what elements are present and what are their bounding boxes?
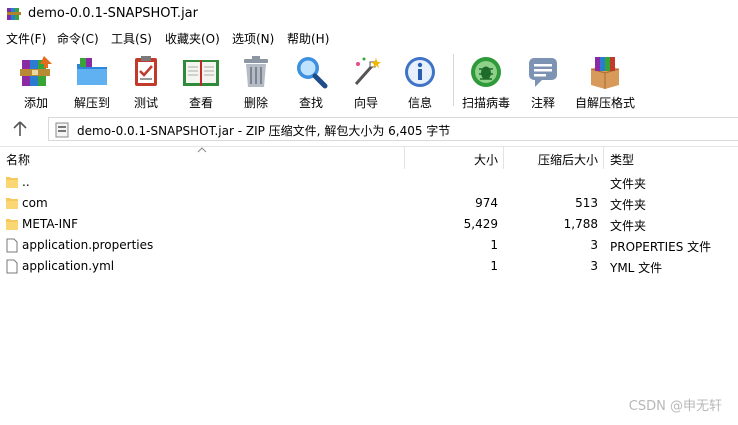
sfx-label: 自解压格式: [574, 96, 635, 110]
menu-file[interactable]: 文件(F): [6, 30, 46, 47]
info-button[interactable]: 信息: [389, 50, 451, 112]
file-type: 文件夹: [610, 219, 647, 233]
file-name: com: [22, 196, 48, 210]
address-row: demo-0.0.1-SNAPSHOT.jar - ZIP 压缩文件, 解包大小…: [0, 116, 738, 142]
file-type: 文件夹: [610, 177, 647, 191]
find-button[interactable]: 查找: [280, 50, 342, 112]
file-type: YML 文件: [610, 261, 663, 275]
wizard-button[interactable]: 向导: [335, 50, 397, 112]
file-row-application-properties[interactable]: application.properties 1 3 PROPERTIES 文件: [0, 235, 738, 256]
window-title: demo-0.0.1-SNAPSHOT.jar: [28, 6, 198, 21]
delete-label: 删除: [243, 96, 268, 110]
file-name: META-INF: [22, 217, 79, 231]
comment-icon: [529, 58, 557, 87]
add-button[interactable]: 添加: [5, 50, 67, 112]
menu-favorites[interactable]: 收藏夹(O): [165, 30, 220, 47]
up-arrow-icon[interactable]: [10, 120, 30, 138]
column-packed-label: 压缩后大小: [537, 153, 598, 167]
virus-scan-button[interactable]: 扫描病毒: [455, 50, 517, 112]
sort-ascending-icon: [197, 147, 207, 153]
column-header-name[interactable]: 名称: [0, 147, 404, 169]
document-icon: [6, 259, 18, 274]
menu-options[interactable]: 选项(N): [232, 30, 274, 47]
folder-icon: [6, 219, 18, 230]
trash-icon: [244, 56, 268, 87]
column-header-size[interactable]: 大小: [405, 147, 503, 169]
delete-button[interactable]: 删除: [225, 50, 287, 112]
toolbar-separator: [453, 54, 454, 106]
view-button[interactable]: 查看: [170, 50, 232, 112]
file-size: 1: [490, 238, 498, 252]
file-type: 文件夹: [610, 198, 647, 212]
file-row-parent[interactable]: .. 文件夹: [0, 172, 738, 193]
winrar-app-icon: [7, 8, 21, 20]
wizard-label: 向导: [353, 96, 378, 110]
menu-help[interactable]: 帮助(H): [287, 30, 329, 47]
file-type: PROPERTIES 文件: [610, 240, 712, 254]
file-size: 974: [475, 196, 498, 210]
file-row-meta-inf[interactable]: META-INF 5,429 1,788 文件夹: [0, 214, 738, 235]
menu-command[interactable]: 命令(C): [57, 30, 99, 47]
extract-to-button[interactable]: 解压到: [61, 50, 123, 112]
file-size: 5,429: [463, 217, 498, 231]
add-label: 添加: [23, 96, 48, 110]
folder-icon: [6, 177, 18, 188]
watermark-text: CSDN @申无轩: [628, 399, 722, 414]
column-type-label: 类型: [610, 153, 635, 167]
file-name: ..: [22, 175, 30, 189]
file-packed-size: 1,788: [563, 217, 598, 231]
file-row-com[interactable]: com 974 513 文件夹: [0, 193, 738, 214]
comment-label: 注释: [530, 96, 555, 110]
document-icon: [6, 238, 18, 253]
file-packed-size: 513: [575, 196, 598, 210]
extract-to-label: 解压到: [73, 96, 110, 110]
virus-bug-icon: [471, 57, 501, 87]
file-name: application.properties: [22, 238, 154, 252]
comment-button[interactable]: 注释: [512, 50, 574, 112]
file-packed-size: 3: [590, 238, 598, 252]
view-label: 查看: [188, 96, 213, 110]
column-size-label: 大小: [473, 153, 498, 167]
file-packed-size: 3: [590, 259, 598, 273]
menu-bar: 文件(F) 命令(C) 工具(S) 收藏夹(O) 选项(N) 帮助(H): [0, 28, 738, 48]
wizard-wand-icon: [354, 57, 381, 85]
info-label: 信息: [407, 96, 432, 110]
test-clipboard-icon: [135, 56, 157, 86]
info-icon: [405, 57, 435, 87]
extract-folder-icon: [77, 58, 107, 85]
sfx-button[interactable]: 自解压格式: [574, 50, 636, 112]
menu-tools[interactable]: 工具(S): [111, 30, 152, 47]
find-label: 查找: [298, 96, 323, 110]
toolbar: 添加 解压到 测试 查看 删除 查找 向导 信息 扫描病毒 注释 自解压格式: [0, 48, 738, 114]
title-bar: demo-0.0.1-SNAPSHOT.jar: [0, 0, 738, 28]
file-row-application-yml[interactable]: application.yml 1 3 YML 文件: [0, 256, 738, 277]
file-size: 1: [490, 259, 498, 273]
test-label: 测试: [133, 96, 158, 110]
column-name-label: 名称: [6, 153, 31, 167]
add-archive-icon: [20, 56, 52, 86]
test-button[interactable]: 测试: [115, 50, 177, 112]
sfx-box-icon: [590, 57, 620, 89]
magnifier-icon: [297, 57, 328, 89]
archive-file-icon: [55, 122, 69, 138]
virus-scan-label: 扫描病毒: [461, 96, 510, 110]
file-name: application.yml: [22, 259, 115, 273]
view-book-icon: [183, 60, 219, 86]
folder-icon: [6, 198, 18, 209]
column-header-type[interactable]: 类型: [604, 147, 738, 169]
file-list: 名称 大小 压缩后大小 类型 .. 文件夹 com 974 513 文件夹 ME…: [0, 146, 738, 425]
address-text: demo-0.0.1-SNAPSHOT.jar - ZIP 压缩文件, 解包大小…: [77, 124, 451, 138]
address-bar[interactable]: demo-0.0.1-SNAPSHOT.jar - ZIP 压缩文件, 解包大小…: [48, 117, 738, 141]
column-header-packed[interactable]: 压缩后大小: [504, 147, 602, 169]
